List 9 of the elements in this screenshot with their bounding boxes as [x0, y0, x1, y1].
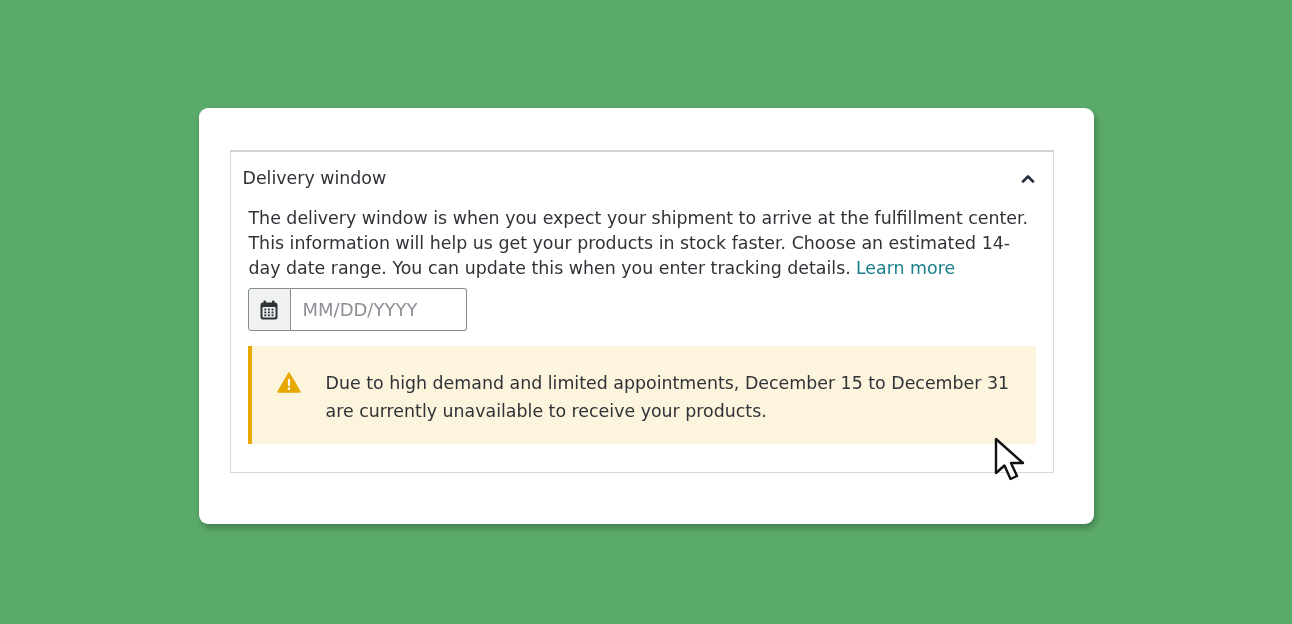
warning-icon [276, 372, 301, 393]
chevron-icon [1020, 173, 1035, 183]
calendar-icon [260, 299, 278, 320]
alert-message: Due to high demand and limited appointments, December 15 to December 31 are currently unavailable to receive your products. [325, 372, 1010, 423]
accordion-header[interactable]: Delivery window [230, 152, 1053, 201]
date-input[interactable]: MM/DD/YYYY [290, 288, 467, 331]
description-text: The delivery window is when you expect your shipment to arrive at the fulfillment center. This information will help us get your products in stock faster. Choose an estimated 14-day date range. You can update this when you enter tracking details. Learn more [247, 207, 1030, 280]
calendar-button[interactable] [247, 288, 291, 331]
learn-more-link[interactable]: Learn more [856, 258, 956, 278]
